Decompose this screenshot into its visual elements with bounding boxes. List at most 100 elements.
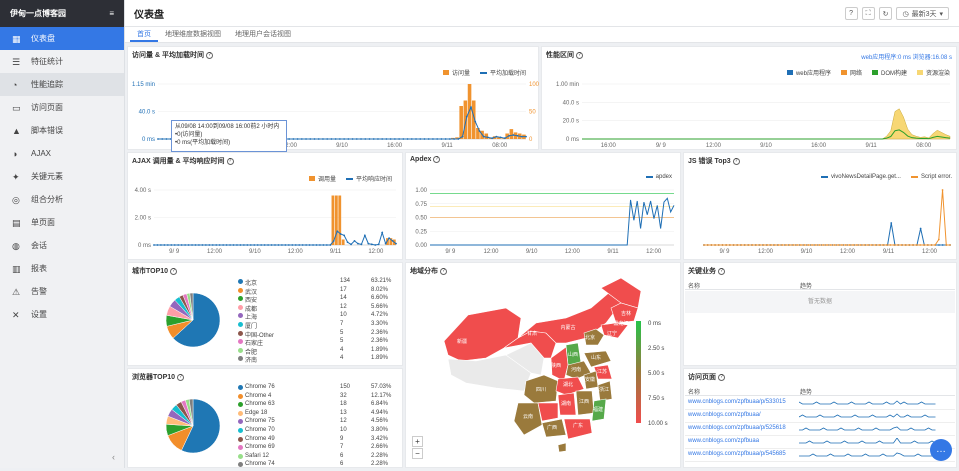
data-point[interactable] bbox=[153, 244, 155, 246]
data-point[interactable] bbox=[300, 138, 303, 140]
collapse-sidebar-button[interactable]: ‹ bbox=[112, 452, 115, 462]
help-icon[interactable]: ? bbox=[177, 374, 185, 381]
data-point[interactable] bbox=[448, 138, 451, 140]
sidebar-item-9[interactable]: ◍ 会话 bbox=[0, 234, 124, 257]
data-point[interactable] bbox=[822, 244, 825, 246]
data-point[interactable] bbox=[718, 244, 720, 246]
data-point[interactable] bbox=[201, 244, 204, 246]
sidebar-item-5[interactable]: ◑ AJAX bbox=[0, 142, 124, 165]
brand[interactable]: 伊甸一点博客园 ≡ bbox=[0, 0, 124, 27]
data-point[interactable] bbox=[317, 138, 320, 140]
data-point[interactable] bbox=[239, 244, 242, 246]
data-point[interactable] bbox=[350, 243, 352, 246]
sidebar-item-12[interactable]: ✕ 设置 bbox=[0, 303, 124, 326]
menu-toggle-icon[interactable]: ≡ bbox=[109, 9, 114, 18]
data-point[interactable] bbox=[215, 244, 218, 246]
region-guangdong[interactable] bbox=[563, 418, 593, 440]
data-point[interactable] bbox=[267, 244, 269, 246]
data-point[interactable] bbox=[432, 138, 434, 140]
data-point[interactable] bbox=[313, 138, 316, 140]
sidebar-item-4[interactable]: ▲ 脚本错误 bbox=[0, 119, 124, 142]
data-point[interactable] bbox=[301, 244, 304, 246]
data-point[interactable] bbox=[329, 244, 332, 246]
data-point[interactable] bbox=[788, 244, 791, 246]
data-point[interactable] bbox=[326, 138, 329, 140]
bar[interactable] bbox=[341, 239, 345, 246]
data-point[interactable] bbox=[368, 138, 371, 140]
data-point[interactable] bbox=[729, 244, 731, 246]
data-point[interactable] bbox=[487, 136, 489, 139]
refresh-button[interactable]: ↻ bbox=[878, 7, 893, 20]
bar[interactable] bbox=[338, 195, 342, 246]
data-point[interactable] bbox=[893, 244, 895, 246]
sidebar-item-0[interactable]: ▦ 仪表盘 bbox=[0, 27, 124, 50]
data-point[interactable] bbox=[525, 135, 527, 138]
help-icon[interactable]: ? bbox=[718, 268, 725, 275]
data-point[interactable] bbox=[945, 244, 948, 246]
data-point[interactable] bbox=[173, 244, 176, 246]
data-point[interactable] bbox=[444, 138, 447, 140]
data-point[interactable] bbox=[325, 244, 328, 246]
data-point[interactable] bbox=[470, 106, 472, 109]
data-point[interactable] bbox=[177, 244, 180, 246]
data-point[interactable] bbox=[453, 138, 455, 140]
sidebar-item-6[interactable]: ✦ 关键元素 bbox=[0, 165, 124, 188]
data-point[interactable] bbox=[949, 244, 951, 246]
help-icon[interactable]: ? bbox=[170, 268, 178, 275]
data-point[interactable] bbox=[770, 244, 772, 246]
fullscreen-button[interactable]: ⛶ bbox=[861, 7, 875, 20]
data-point[interactable] bbox=[184, 244, 187, 246]
data-point[interactable] bbox=[160, 244, 162, 246]
data-point[interactable] bbox=[491, 137, 494, 140]
data-point[interactable] bbox=[156, 244, 159, 246]
data-point[interactable] bbox=[229, 244, 231, 246]
data-point[interactable] bbox=[389, 138, 392, 140]
data-point[interactable] bbox=[336, 230, 339, 233]
data-point[interactable] bbox=[204, 244, 207, 246]
data-point[interactable] bbox=[478, 130, 481, 132]
data-point[interactable] bbox=[803, 244, 806, 246]
sidebar-item-10[interactable]: ▥ 报表 bbox=[0, 257, 124, 280]
data-point[interactable] bbox=[319, 244, 321, 246]
data-point[interactable] bbox=[516, 134, 519, 137]
data-point[interactable] bbox=[885, 244, 888, 246]
data-point[interactable] bbox=[419, 138, 422, 140]
data-point[interactable] bbox=[465, 115, 468, 118]
data-point[interactable] bbox=[249, 244, 252, 246]
data-point[interactable] bbox=[315, 244, 318, 246]
data-point[interactable] bbox=[377, 138, 379, 140]
data-point[interactable] bbox=[308, 244, 311, 246]
data-point[interactable] bbox=[814, 244, 817, 246]
data-point[interactable] bbox=[499, 136, 502, 139]
data-point[interactable] bbox=[818, 244, 821, 246]
help-icon[interactable]: ? bbox=[718, 374, 725, 381]
data-point[interactable] bbox=[427, 138, 430, 140]
data-point[interactable] bbox=[312, 244, 314, 246]
data-point[interactable] bbox=[908, 244, 910, 246]
data-point[interactable] bbox=[762, 244, 765, 246]
data-point[interactable] bbox=[384, 242, 387, 245]
page-link[interactable]: www.cnblogs.com/zpfbuaa/p/545685 bbox=[688, 451, 786, 457]
data-point[interactable] bbox=[900, 244, 903, 246]
data-point[interactable] bbox=[714, 244, 717, 246]
data-point[interactable] bbox=[357, 242, 359, 245]
data-point[interactable] bbox=[848, 244, 851, 246]
data-point[interactable] bbox=[346, 241, 349, 244]
data-point[interactable] bbox=[474, 120, 477, 123]
data-point[interactable] bbox=[919, 227, 922, 230]
data-point[interactable] bbox=[710, 244, 713, 246]
zoom-in-button[interactable]: + bbox=[412, 436, 423, 447]
data-point[interactable] bbox=[334, 138, 337, 140]
data-point[interactable] bbox=[163, 244, 166, 246]
data-point[interactable] bbox=[277, 244, 280, 246]
zoom-out-button[interactable]: − bbox=[412, 448, 423, 459]
data-point[interactable] bbox=[461, 135, 464, 138]
data-point[interactable] bbox=[381, 138, 384, 140]
data-point[interactable] bbox=[915, 244, 918, 246]
tab-geo-data[interactable]: 地理维度数据视图 bbox=[158, 27, 228, 42]
data-point[interactable] bbox=[833, 244, 836, 246]
data-point[interactable] bbox=[353, 239, 356, 242]
data-point[interactable] bbox=[288, 138, 291, 140]
data-point[interactable] bbox=[867, 244, 869, 246]
data-point[interactable] bbox=[309, 138, 312, 140]
